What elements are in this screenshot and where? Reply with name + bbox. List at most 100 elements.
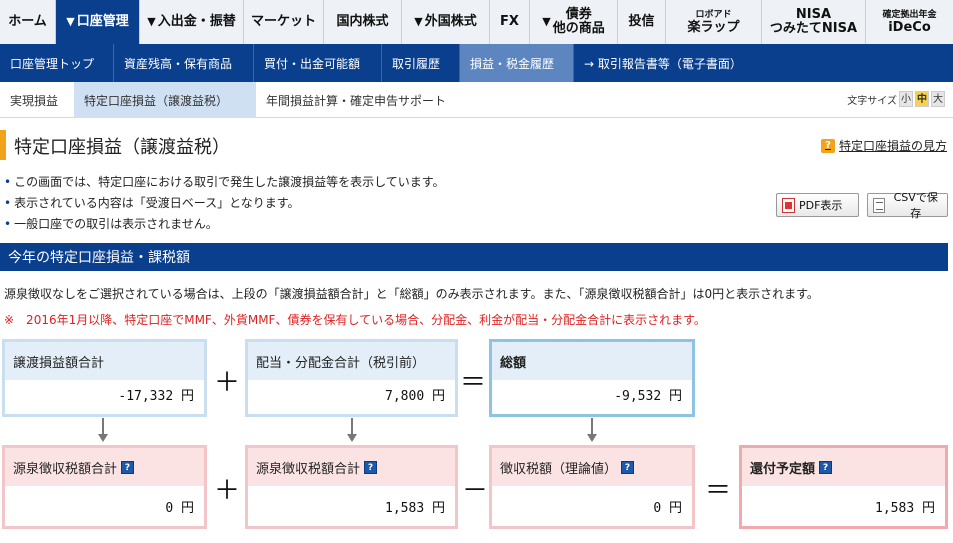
help-link-label: 特定口座損益の見方 <box>838 139 947 153</box>
withholding-total-box-b: 源泉徴収税額合計? 1,583 円 <box>245 445 458 529</box>
nav-nisa[interactable]: NISA つみたてNISA <box>762 0 866 44</box>
tab-label: 年間損益計算・確定申告サポート <box>266 93 447 108</box>
theoretical-tax-label: 徴収税額（理論値） <box>500 461 618 477</box>
help-link[interactable]: ? 特定口座損益の見方 <box>820 137 947 154</box>
nav-fx[interactable]: FX <box>490 0 530 44</box>
nav-market-label: マーケット <box>250 14 316 29</box>
help-icon[interactable]: ? <box>121 460 135 474</box>
page-title: 特定口座損益（譲渡益税） <box>14 137 230 158</box>
withholding-total-box-a: 源泉徴収税額合計? 0 円 <box>2 445 207 529</box>
font-size-selector: 文字サイズ 小 中 大 <box>847 91 945 107</box>
nav-bonds-label: 債券 <box>565 7 592 22</box>
withholding-b-value: 1,583 円 <box>385 501 445 516</box>
help-icon[interactable]: ? <box>819 460 833 474</box>
csv-button-label: CSVで保存 <box>893 191 938 220</box>
page-tabs: 実現損益 特定口座損益（譲渡益税） 年間損益計算・確定申告サポート <box>0 82 953 118</box>
subnav-label: 口座管理トップ <box>10 56 95 71</box>
pdf-button[interactable]: PDF表示 <box>776 193 859 217</box>
theoretical-tax-value: 0 円 <box>653 501 682 516</box>
nav-fx-label: FX <box>500 14 519 29</box>
arrow-down-icon <box>97 418 109 444</box>
nav-market[interactable]: マーケット <box>244 0 324 44</box>
subnav-label: 資産残高・保有商品 <box>124 56 233 71</box>
triangle-down-icon: ▼ <box>542 15 551 28</box>
withholding-a-value: 0 円 <box>165 501 194 516</box>
nav-deposit-label: 入出金・振替 <box>157 14 236 29</box>
note-item: この画面では、特定口座における取引で発生した譲渡損益等を表示しています。 <box>4 172 444 193</box>
grand-total-label: 総額 <box>500 355 527 371</box>
section-header: 今年の特定口座損益・課税額 <box>0 243 948 271</box>
info-text: 源泉徴収なしをご選択されている場合は、上段の「譲渡損益額合計」と「総額」のみ表示… <box>4 287 819 301</box>
nav-robo-label: 楽ラップ <box>687 19 740 35</box>
subnav-reports[interactable]: → 取引報告書等（電子書面） <box>574 44 774 82</box>
csv-button[interactable]: CSVで保存 <box>867 191 948 220</box>
font-size-large[interactable]: 大 <box>931 91 945 107</box>
triangle-down-icon: ▼ <box>414 15 423 28</box>
sub-navigation: 口座管理トップ 資産残高・保有商品 買付・出金可能額 取引履歴 損益・税金履歴 … <box>0 44 953 82</box>
subnav-pnl-tax[interactable]: 損益・税金履歴 <box>460 44 574 82</box>
nav-ideco-label: iDeCo <box>888 19 931 35</box>
note-item: 一般口座での取引は表示されません。 <box>4 214 445 235</box>
title-accent-bar <box>0 130 6 160</box>
grand-total-value: -9,532 円 <box>614 389 682 404</box>
help-icon[interactable]: ? <box>364 460 378 474</box>
nav-robo[interactable]: ロボアド 楽ラップ <box>666 0 762 44</box>
subnav-account-top[interactable]: 口座管理トップ <box>0 44 114 82</box>
subnav-label: → 取引報告書等（電子書面） <box>584 56 742 71</box>
plus-operator: ＋ <box>214 476 241 506</box>
withholding-b-label: 源泉徴収税額合計 <box>256 461 361 477</box>
tab-realized[interactable]: 実現損益 <box>0 82 74 118</box>
font-size-medium[interactable]: 中 <box>915 91 929 107</box>
arrow-down-icon <box>346 418 358 444</box>
tab-label: 特定口座損益（譲渡益税） <box>84 93 229 108</box>
subnav-label: 損益・税金履歴 <box>470 56 555 71</box>
transfer-total-box: 譲渡損益額合計 -17,332 円 <box>2 339 207 417</box>
dividend-total-label: 配当・分配金合計（税引前） <box>256 355 426 371</box>
equals-operator: ＝ <box>460 368 487 398</box>
tab-label: 実現損益 <box>10 93 59 108</box>
subnav-assets[interactable]: 資産残高・保有商品 <box>114 44 254 82</box>
nav-funds-label: 投信 <box>628 14 655 29</box>
nav-nisa-label: NISA <box>795 7 832 22</box>
withholding-a-label: 源泉徴収税額合計 <box>13 461 118 477</box>
refund-box: 還付予定額? 1,583 円 <box>739 445 948 529</box>
warning-text: ※ 2016年1月以降、特定口座でMMF、外貨MMF、債券を保有している場合、分… <box>4 313 706 327</box>
subnav-history[interactable]: 取引履歴 <box>382 44 460 82</box>
nav-nisa-label2: つみたてNISA <box>769 21 858 36</box>
font-size-small[interactable]: 小 <box>899 91 913 107</box>
refund-value: 1,583 円 <box>875 501 935 516</box>
help-icon[interactable]: ? <box>621 460 635 474</box>
triangle-down-icon: ▼ <box>147 15 156 28</box>
transfer-total-value: -17,332 円 <box>118 389 194 404</box>
nav-domestic-stock-label: 国内株式 <box>336 14 389 29</box>
grand-total-box: 総額 -9,532 円 <box>489 339 695 417</box>
theoretical-tax-box: 徴収税額（理論値）? 0 円 <box>489 445 695 529</box>
nav-account-label: 口座管理 <box>76 14 129 29</box>
nav-home-label: ホーム <box>8 14 47 29</box>
triangle-down-icon: ▼ <box>66 15 75 28</box>
dividend-total-value: 7,800 円 <box>385 389 445 404</box>
subnav-label: 買付・出金可能額 <box>264 56 361 71</box>
nav-foreign-stock[interactable]: ▼ 外国株式 <box>402 0 490 44</box>
subnav-label: 取引履歴 <box>392 56 441 71</box>
pdf-button-label: PDF表示 <box>799 199 843 212</box>
nav-bonds-label2: 他の商品 <box>552 21 605 36</box>
minus-operator: － <box>462 476 489 506</box>
nav-ideco[interactable]: 確定拠出年金 iDeCo <box>866 0 953 44</box>
nav-deposit[interactable]: ▼ 入出金・振替 <box>140 0 244 44</box>
refund-label: 還付予定額 <box>750 461 816 477</box>
nav-home[interactable]: ホーム <box>0 0 56 44</box>
font-size-label: 文字サイズ <box>847 95 897 107</box>
tab-annual-calc[interactable]: 年間損益計算・確定申告サポート <box>256 82 476 118</box>
dividend-total-box: 配当・分配金合計（税引前） 7,800 円 <box>245 339 458 417</box>
nav-funds[interactable]: 投信 <box>618 0 666 44</box>
nav-ideco-small: 確定拠出年金 <box>882 9 937 20</box>
tab-specified-account[interactable]: 特定口座損益（譲渡益税） <box>74 82 256 118</box>
plus-operator: ＋ <box>214 368 241 398</box>
nav-robo-small: ロボアド <box>695 9 732 20</box>
pdf-icon <box>782 197 795 213</box>
nav-bonds[interactable]: ▼ 債券 他の商品 <box>530 0 618 44</box>
subnav-buying-power[interactable]: 買付・出金可能額 <box>254 44 382 82</box>
nav-domestic-stock[interactable]: 国内株式 <box>324 0 402 44</box>
nav-account[interactable]: ▼ 口座管理 <box>56 0 140 44</box>
